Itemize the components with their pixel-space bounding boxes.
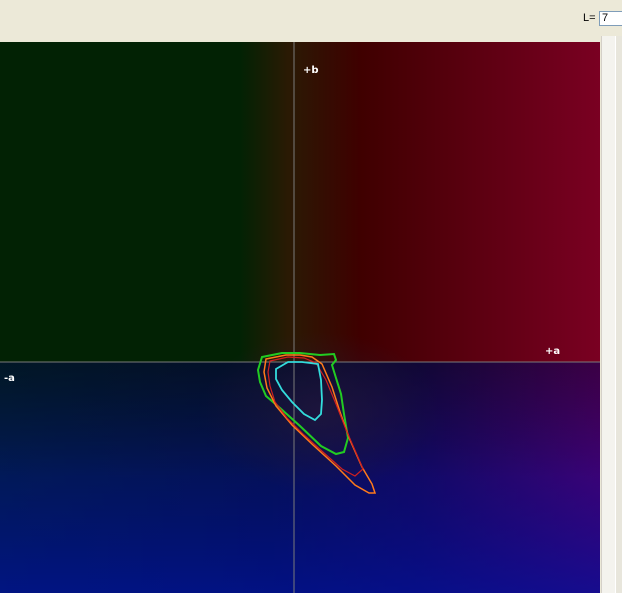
ab-color-plane[interactable]: +b +a -a bbox=[0, 42, 600, 593]
l-value-input[interactable]: 7 bbox=[599, 11, 622, 26]
toolbar: L= 7 bbox=[0, 0, 622, 42]
scrollbar-thumb[interactable] bbox=[615, 36, 622, 593]
scrollbar-track[interactable] bbox=[601, 36, 615, 593]
vertical-scrollbar[interactable] bbox=[600, 36, 622, 593]
plus-b-label: +b bbox=[303, 65, 319, 76]
minus-a-label: -a bbox=[4, 373, 15, 384]
ab-plot-svg: +b +a -a bbox=[0, 42, 600, 593]
plus-a-label: +a bbox=[545, 346, 560, 357]
l-value-label: L= bbox=[583, 12, 596, 24]
upper-half-gradient bbox=[0, 42, 600, 362]
